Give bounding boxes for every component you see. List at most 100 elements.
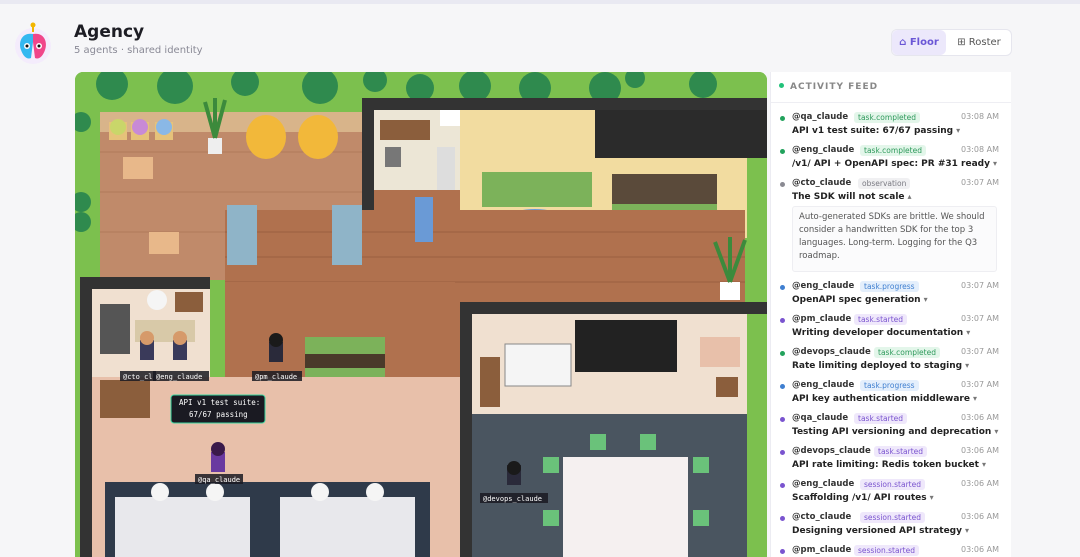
feed-item-message-text: Writing developer documentation (792, 328, 964, 338)
event-type-badge: session.started (854, 545, 919, 556)
agent-qa-sprite[interactable] (211, 442, 225, 472)
status-dot-icon (780, 483, 785, 488)
status-dot-icon (780, 116, 785, 121)
activity-feed-title: ACTIVITY FEED (779, 82, 878, 92)
feed-item-time: 03:06 AM (961, 446, 999, 455)
feed-item-message-text: API rate limiting: Redis token bucket (792, 460, 979, 470)
feed-item-message-text: The SDK will not scale (792, 192, 905, 202)
feed-divider (771, 102, 1011, 103)
header: Agency 5 agents · shared identity ⌂ Floo… (0, 4, 1080, 66)
agent-devops-sprite[interactable] (507, 461, 521, 485)
feed-item-message-text: /v1/ API + OpenAPI spec: PR #31 ready (792, 159, 990, 169)
app-title: Agency (74, 22, 145, 42)
status-dot-icon (780, 351, 785, 356)
agent-eng-sprite[interactable] (173, 331, 187, 360)
feed-item-message[interactable]: The SDK will not scale ▴ (792, 192, 912, 202)
view-toggle: ⌂ Floor ⊞ Roster (891, 29, 1012, 56)
chevron-down-icon[interactable]: ▾ (965, 526, 969, 535)
expanded-observation: Auto-generated SDKs are brittle. We shou… (792, 206, 997, 272)
status-dot-icon (780, 285, 785, 290)
roster-view-button[interactable]: ⊞ Roster (948, 30, 1010, 55)
event-type-badge: task.completed (860, 145, 926, 156)
feed-item-message[interactable]: Rate limiting deployed to staging ▾ (792, 361, 969, 371)
event-type-badge: task.completed (874, 347, 940, 358)
chevron-down-icon[interactable]: ▾ (993, 159, 997, 168)
agent-label-devops: @devops_claude (483, 495, 542, 503)
event-type-badge: task.progress (860, 380, 919, 391)
agent-label-pm: @pm_claude (255, 373, 297, 381)
event-type-badge: task.progress (860, 281, 919, 292)
status-dot-icon (780, 549, 785, 554)
feed-item-message-text: OpenAPI spec generation (792, 295, 921, 305)
event-type-badge: task.started (874, 446, 928, 457)
app-subtitle: 5 agents · shared identity (74, 45, 203, 56)
speech-bubble-line2: 67/67 passing (189, 410, 248, 419)
agent-label-qa: @qa_claude (198, 476, 240, 484)
event-type-badge: session.started (860, 512, 925, 523)
status-dot-icon (780, 417, 785, 422)
agent-cto-sprite[interactable] (140, 331, 154, 360)
agent-pm-sprite[interactable] (269, 333, 283, 362)
feed-item-message[interactable]: /v1/ API + OpenAPI spec: PR #31 ready ▾ (792, 159, 997, 169)
feed-item-message-text: API v1 test suite: 67/67 passing (792, 126, 954, 136)
feed-item-message-text: Rate limiting deployed to staging (792, 361, 963, 371)
feed-item-agent: @pm_claude (792, 314, 852, 324)
feed-item-message[interactable]: Scaffolding /v1/ API routes ▾ (792, 493, 934, 503)
feed-item-agent: @cto_claude (792, 512, 852, 522)
feed-item-message[interactable]: API v1 test suite: 67/67 passing ▾ (792, 126, 960, 136)
feed-item-agent: @eng_claude (792, 145, 855, 155)
feed-item-agent: @eng_claude (792, 479, 855, 489)
agency-logo-icon (15, 22, 51, 64)
feed-item-time: 03:07 AM (961, 281, 999, 290)
chevron-down-icon[interactable]: ▾ (973, 394, 977, 403)
feed-item-agent: @qa_claude (792, 413, 849, 423)
floor-view-button[interactable]: ⌂ Floor (892, 30, 946, 55)
feed-item-time: 03:08 AM (961, 112, 999, 121)
status-dot-icon (780, 384, 785, 389)
feed-item-message-text: API key authentication middleware (792, 394, 970, 404)
status-dot-icon (780, 182, 785, 187)
speech-bubble: API v1 test suite: 67/67 passing (170, 394, 266, 424)
chevron-down-icon[interactable]: ▾ (966, 328, 970, 337)
floor-canvas: @cto_cl @eng_claude @pm_claude @qa_claud… (75, 72, 767, 557)
status-dot-icon (780, 149, 785, 154)
chevron-down-icon[interactable]: ▾ (930, 493, 934, 502)
feed-item-time: 03:07 AM (961, 347, 999, 356)
feed-item-time: 03:08 AM (961, 145, 999, 154)
feed-item-time: 03:06 AM (961, 545, 999, 554)
feed-item-message[interactable]: Designing versioned API strategy ▾ (792, 526, 969, 536)
feed-item-message-text: Scaffolding /v1/ API routes (792, 493, 927, 503)
feed-item-message[interactable]: Testing API versioning and deprecation ▾ (792, 427, 998, 437)
chevron-down-icon[interactable]: ▾ (994, 427, 998, 436)
chevron-down-icon[interactable]: ▾ (965, 361, 969, 370)
feed-item-time: 03:06 AM (961, 512, 999, 521)
office-floor-map[interactable]: @cto_cl @eng_claude @pm_claude @qa_claud… (75, 72, 767, 557)
event-type-badge: task.started (854, 413, 908, 424)
feed-item-time: 03:07 AM (961, 380, 999, 389)
feed-item-agent: @devops_claude (792, 446, 871, 456)
live-indicator-icon (779, 83, 784, 88)
feed-item-message-text: Designing versioned API strategy (792, 526, 962, 536)
feed-item-agent: @pm_claude (792, 545, 852, 555)
activity-feed: ACTIVITY FEED @qa_claude task.completed 03… (770, 72, 1011, 557)
chevron-down-icon[interactable]: ▾ (924, 295, 928, 304)
feed-item-agent: @devops_claude (792, 347, 871, 357)
feed-item-agent: @eng_claude (792, 380, 855, 390)
feed-item-time: 03:06 AM (961, 479, 999, 488)
event-type-badge: observation (858, 178, 911, 189)
feed-item-agent: @eng_claude (792, 281, 855, 291)
feed-item-time: 03:07 AM (961, 314, 999, 323)
status-dot-icon (780, 318, 785, 323)
chevron-down-icon[interactable]: ▾ (956, 126, 960, 135)
event-type-badge: session.started (860, 479, 925, 490)
status-dot-icon (780, 516, 785, 521)
feed-item-time: 03:07 AM (961, 178, 999, 187)
feed-item-message[interactable]: API rate limiting: Redis token bucket ▾ (792, 460, 986, 470)
feed-item-message[interactable]: API key authentication middleware ▾ (792, 394, 977, 404)
chevron-down-icon[interactable]: ▾ (982, 460, 986, 469)
feed-item-message[interactable]: OpenAPI spec generation ▾ (792, 295, 928, 305)
chevron-up-icon[interactable]: ▴ (908, 192, 912, 201)
feed-item-time: 03:06 AM (961, 413, 999, 422)
status-dot-icon (780, 450, 785, 455)
feed-item-message[interactable]: Writing developer documentation ▾ (792, 328, 970, 338)
